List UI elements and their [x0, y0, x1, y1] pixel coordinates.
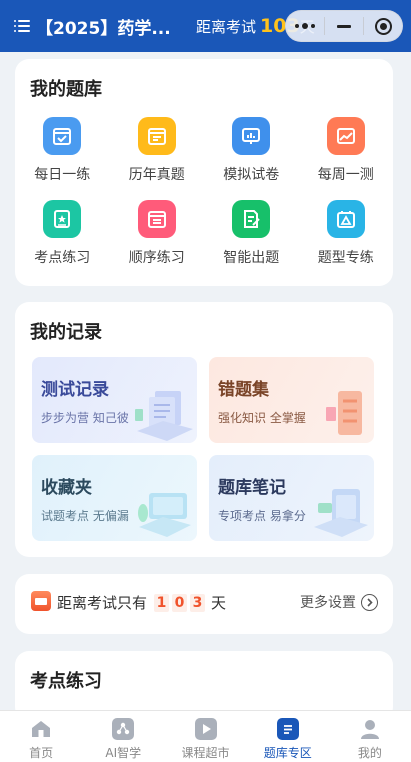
tab-label: 我的 [357, 746, 382, 760]
target-close-icon [374, 17, 392, 35]
top-header: 【2025】药学... 距离考试 103 天 [0, 0, 411, 52]
bottom-tab-bar: 首页 AI智学 课程超市 题库专区 我的 [0, 710, 411, 762]
record-tile-title: 题库笔记 [218, 478, 286, 498]
app-title[interactable]: 【2025】药学... [36, 14, 186, 39]
document-icon [276, 718, 299, 740]
bank-item-daily-practice[interactable]: 每日一练 [15, 117, 110, 184]
calendar-history-icon [137, 117, 176, 155]
wrong-questions-tile[interactable]: 错题集 强化知识 全掌握 [209, 357, 374, 443]
user-icon [359, 718, 381, 740]
tab-label: 题库专区 [263, 746, 312, 760]
star-clipboard-icon [43, 200, 82, 238]
record-tile-subtitle: 强化知识 全掌握 [218, 411, 306, 425]
record-tile-subtitle: 试题考点 无偏漏 [41, 509, 129, 523]
document-edit-icon [232, 200, 271, 238]
tab-ai-learning[interactable]: AI智学 [82, 711, 164, 762]
close-miniprogram-button[interactable] [364, 11, 402, 41]
bank-item-mock-exam[interactable]: 模拟试卷 [204, 117, 299, 184]
bank-item-label: 每日一练 [34, 167, 91, 183]
tab-label: 课程超市 [181, 746, 230, 760]
chart-board-icon [232, 117, 271, 155]
question-bank-title: 我的题库 [30, 79, 102, 100]
records-card: 我的记录 测试记录 步步为营 知己彼 错题集 强化知识 全掌握 收藏夹 试题考点… [15, 302, 393, 557]
notes-tile[interactable]: 题库笔记 专项考点 易拿分 [209, 455, 374, 541]
favorites-tile[interactable]: 收藏夹 试题考点 无偏漏 [32, 455, 197, 541]
tab-course-market[interactable]: 课程超市 [164, 711, 246, 762]
countdown-text: 距离考试只有 1 0 3 天 [57, 592, 226, 613]
record-tile-title: 测试记录 [41, 380, 109, 400]
more-options-button[interactable] [286, 11, 324, 41]
more-settings-label: 更多设置 [300, 595, 356, 611]
bank-item-label: 题型专练 [317, 250, 374, 266]
bank-item-label: 顺序练习 [128, 250, 185, 266]
bank-item-point-practice[interactable]: 考点练习 [15, 200, 110, 267]
bank-item-type-practice[interactable]: 题型专练 [299, 200, 394, 267]
countdown-digit: 3 [190, 593, 206, 612]
record-tile-title: 错题集 [218, 380, 269, 400]
calendar-alarm-icon [31, 591, 51, 611]
bank-item-label: 模拟试卷 [223, 167, 280, 183]
triangle-folder-icon [326, 200, 365, 238]
bank-item-sequential-practice[interactable]: 顺序练习 [110, 200, 205, 267]
calendar-list-icon [137, 200, 176, 238]
records-title: 我的记录 [30, 322, 102, 343]
more-dots-icon [295, 23, 315, 29]
exam-countdown-label: 距离考试 [196, 17, 257, 36]
test-records-tile[interactable]: 测试记录 步步为营 知己彼 [32, 357, 197, 443]
countdown-digit: 0 [172, 593, 188, 612]
bank-item-smart-questions[interactable]: 智能出题 [204, 200, 299, 267]
play-icon [194, 718, 217, 740]
tab-home[interactable]: 首页 [0, 711, 82, 762]
menu-icon[interactable] [14, 19, 30, 33]
record-tile-title: 收藏夹 [41, 478, 92, 498]
more-settings-link[interactable]: 更多设置 [300, 592, 378, 612]
record-tile-subtitle: 步步为营 知己彼 [41, 411, 129, 425]
tab-label: 首页 [29, 746, 54, 760]
documents-illustration-icon [135, 391, 193, 441]
miniprogram-capsule [285, 10, 403, 42]
error-book-illustration-icon [326, 391, 362, 435]
tab-mine[interactable]: 我的 [329, 711, 411, 762]
chevron-right-circle-icon [361, 593, 378, 611]
countdown-prefix: 距离考试只有 [57, 594, 148, 612]
bank-item-weekly-test[interactable]: 每周一测 [299, 117, 394, 184]
monitor-illustration-icon [138, 493, 191, 537]
tab-question-bank[interactable]: 题库专区 [247, 711, 329, 762]
minimize-button[interactable] [325, 11, 363, 41]
bank-item-label: 智能出题 [223, 250, 280, 266]
question-bank-grid: 每日一练 历年真题 模拟试卷 每周一测 考点练习 顺序练习 智能出题 题型专练 [15, 117, 393, 267]
tab-label: AI智学 [105, 746, 142, 760]
minimize-icon [337, 24, 351, 28]
bank-item-label: 历年真题 [128, 167, 185, 183]
practice-title: 考点练习 [30, 671, 102, 692]
record-tile-subtitle: 专项考点 易拿分 [218, 509, 306, 523]
bank-item-label: 每周一测 [317, 167, 374, 183]
notebook-illustration-icon [314, 489, 368, 537]
trend-image-icon [326, 117, 365, 155]
countdown-unit: 天 [211, 594, 227, 612]
countdown-card: 距离考试只有 1 0 3 天 更多设置 [15, 574, 393, 634]
question-bank-card: 我的题库 每日一练 历年真题 模拟试卷 每周一测 考点练习 顺序练习 智能出题 … [15, 59, 393, 286]
bank-item-past-exams[interactable]: 历年真题 [110, 117, 205, 184]
ai-nodes-icon [112, 718, 135, 740]
bank-item-label: 考点练习 [34, 250, 91, 266]
countdown-digit: 1 [154, 593, 170, 612]
home-icon [30, 718, 52, 740]
calendar-check-icon [43, 117, 82, 155]
